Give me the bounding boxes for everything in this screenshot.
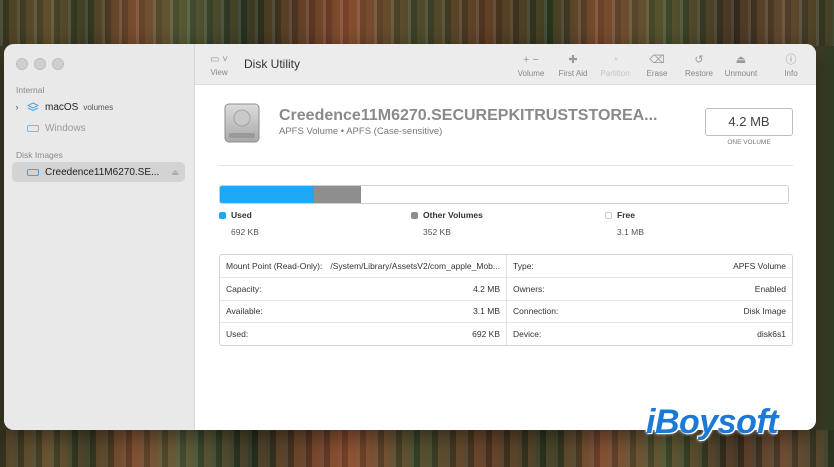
erase-icon: ⌫	[649, 54, 665, 66]
watermark-logo: iBoysoft	[646, 403, 779, 441]
legend-value: 692 KB	[231, 227, 259, 237]
legend-label: Used	[231, 210, 252, 220]
sidebar-section-internal: Internal	[16, 85, 45, 95]
desktop-background-top	[0, 0, 834, 46]
disk-utility-window: Internal › macOS volumes Windows Disk Im…	[4, 44, 816, 430]
sidebar-section-disk-images: Disk Images	[16, 150, 63, 160]
info-row-connection: Connection: Disk Image	[507, 300, 792, 323]
info-value: Disk Image	[743, 306, 786, 316]
sidebar-item-sublabel: volumes	[83, 102, 114, 112]
sidebar-item-label: Creedence11M6270.SE...	[45, 166, 160, 178]
sidebar-item-macos[interactable]: › macOS volumes	[12, 97, 185, 117]
view-button[interactable]: ▭ ˅ View	[210, 54, 228, 77]
info-value: APFS Volume	[733, 261, 786, 271]
info-value: Enabled	[754, 284, 786, 294]
volume-name: Creedence11M6270.SECUREPKITRUSTSTOREA...	[279, 107, 658, 124]
legend-label: Free	[617, 210, 635, 220]
legend-value: 3.1 MB	[617, 227, 644, 237]
pie-icon: ◔	[611, 54, 619, 66]
eject-icon[interactable]: ⏏	[171, 168, 179, 177]
info-icon: ⓘ	[785, 54, 797, 66]
restore-icon: ↺	[694, 54, 704, 66]
info-key: Connection:	[513, 306, 559, 316]
zoom-button[interactable]	[52, 58, 64, 70]
hard-drive-icon	[221, 102, 263, 144]
info-row-used: Used: 692 KB	[220, 323, 506, 345]
erase-label: Erase	[646, 69, 668, 78]
add-remove-icon: + −	[523, 54, 539, 66]
unmount-button[interactable]: ⏏ Unmount	[721, 53, 761, 78]
volume-button[interactable]: + − Volume	[511, 53, 551, 78]
info-value: 692 KB	[472, 329, 500, 339]
first-aid-label: First Aid	[558, 69, 588, 78]
restore-label: Restore	[684, 69, 713, 78]
legend-free: Free 3.1 MB	[605, 210, 644, 237]
info-column-left: Mount Point (Read-Only): /System/Library/…	[220, 255, 507, 345]
info-key: Device:	[513, 329, 542, 339]
restore-button[interactable]: ↺ Restore	[679, 53, 719, 78]
usage-bar	[219, 185, 789, 204]
info-key: Capacity:	[226, 284, 262, 294]
legend-value: 352 KB	[423, 227, 451, 237]
info-label: Info	[784, 69, 798, 78]
divider	[219, 165, 793, 166]
disclosure-chevron-icon[interactable]: ›	[12, 102, 22, 112]
partition-button[interactable]: ◔ Partition	[595, 53, 635, 78]
info-key: Type:	[513, 261, 534, 271]
sidebar-item-windows[interactable]: Windows	[12, 118, 185, 138]
unmount-label: Unmount	[724, 69, 758, 78]
sidebar-item-label: Windows	[45, 122, 86, 134]
sidebar-item-disk-image[interactable]: Creedence11M6270.SE... ⏏	[12, 162, 185, 182]
info-row-device: Device: disk6s1	[507, 323, 792, 345]
minimize-button[interactable]	[34, 58, 46, 70]
drive-icon	[26, 167, 40, 177]
layers-icon	[26, 101, 40, 112]
info-key: Used:	[226, 329, 249, 339]
info-row-owners: Owners: Enabled	[507, 278, 792, 301]
legend-swatch-used	[219, 212, 226, 219]
window-title: Disk Utility	[244, 57, 300, 71]
sidebar: Internal › macOS volumes Windows Disk Im…	[4, 44, 195, 430]
info-row-type: Type: APFS Volume	[507, 255, 792, 278]
erase-button[interactable]: ⌫ Erase	[637, 53, 677, 78]
legend-label: Other Volumes	[423, 210, 483, 220]
main-pane: ▭ ˅ View Disk Utility + − Volume ✚ First…	[195, 44, 816, 430]
info-row-available: Available: 3.1 MB	[220, 300, 506, 323]
legend-used: Used 692 KB	[219, 210, 259, 237]
usage-segment-other-volumes	[313, 186, 362, 203]
info-key: Owners:	[513, 284, 545, 294]
volume-label: Volume	[517, 69, 545, 78]
legend-other-volumes: Other Volumes 352 KB	[411, 210, 483, 237]
info-value: disk6s1	[757, 329, 786, 339]
close-button[interactable]	[16, 58, 28, 70]
info-key: Mount Point (Read-Only):	[226, 261, 323, 271]
partition-label: Partition	[600, 69, 630, 78]
toolbar: ▭ ˅ View Disk Utility + − Volume ✚ First…	[195, 44, 816, 85]
drive-icon	[26, 123, 40, 133]
info-value: 4.2 MB	[473, 284, 500, 294]
first-aid-button[interactable]: ✚ First Aid	[553, 53, 593, 78]
window-controls	[16, 58, 64, 70]
usage-segment-used	[220, 186, 314, 203]
unmount-icon: ⏏	[735, 54, 747, 66]
info-button[interactable]: ⓘ Info	[771, 53, 811, 78]
view-label: View	[210, 68, 228, 77]
volume-size: 4.2 MB	[705, 108, 793, 136]
volume-description: APFS Volume • APFS (Case-sensitive)	[279, 126, 443, 137]
legend-swatch-free	[605, 212, 612, 219]
info-value: 3.1 MB	[473, 306, 500, 316]
info-key: Available:	[226, 306, 263, 316]
info-value: /System/Library/AssetsV2/com_apple_Mob..…	[330, 261, 500, 271]
stethoscope-icon: ✚	[568, 54, 578, 66]
info-table: Mount Point (Read-Only): /System/Library/…	[219, 254, 793, 346]
usage-segment-free	[361, 186, 788, 203]
sidebar-toggle-icon: ▭ ˅	[210, 54, 229, 65]
sidebar-item-label: macOS	[45, 101, 79, 113]
volume-size-caption: ONE VOLUME	[727, 139, 771, 146]
legend-swatch-other	[411, 212, 418, 219]
info-row-mount-point: Mount Point (Read-Only): /System/Library/…	[220, 255, 506, 278]
info-row-capacity: Capacity: 4.2 MB	[220, 278, 506, 301]
info-column-right: Type: APFS Volume Owners: Enabled Connecti…	[507, 255, 792, 345]
